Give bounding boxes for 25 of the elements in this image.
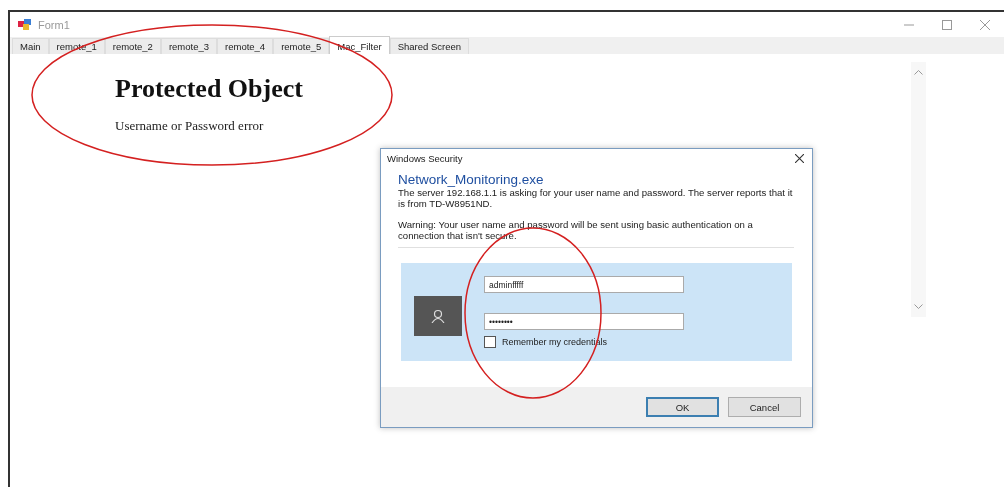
- tab[interactable]: Main: [12, 38, 49, 54]
- window-title: Form1: [38, 18, 70, 31]
- user-icon: [431, 309, 445, 323]
- tab[interactable]: remote_4: [217, 38, 274, 54]
- dialog-button[interactable]: OK: [646, 397, 719, 417]
- dialog-title: Windows Security: [387, 153, 463, 164]
- remember-checkbox[interactable]: [484, 336, 496, 348]
- tab[interactable]: remote_3: [160, 38, 217, 54]
- scroll-up-icon[interactable]: [914, 70, 923, 75]
- dialog-button[interactable]: Cancel: [728, 397, 801, 417]
- scroll-down-icon[interactable]: [914, 304, 923, 309]
- app-name: Network_Monitoring.exe: [398, 172, 545, 187]
- minimize-icon[interactable]: [904, 23, 914, 26]
- close-icon[interactable]: [795, 154, 804, 163]
- app-icon: [18, 19, 32, 30]
- scrollbar[interactable]: [911, 62, 926, 317]
- tab[interactable]: Shared Screen: [389, 38, 469, 54]
- tab[interactable]: remote_5: [273, 38, 330, 54]
- maximize-icon[interactable]: [942, 19, 952, 30]
- username-field[interactable]: adminfffff: [484, 276, 684, 293]
- password-field[interactable]: ••••••••: [484, 313, 684, 330]
- page-heading: Protected Object: [115, 74, 304, 104]
- error-message: Username or Password error: [115, 118, 265, 134]
- server-description: The server 192.168.1.1 is asking for your user name and password. The server reports that it is from TD-W8951ND.: [398, 188, 794, 209]
- tab[interactable]: remote_2: [104, 38, 161, 54]
